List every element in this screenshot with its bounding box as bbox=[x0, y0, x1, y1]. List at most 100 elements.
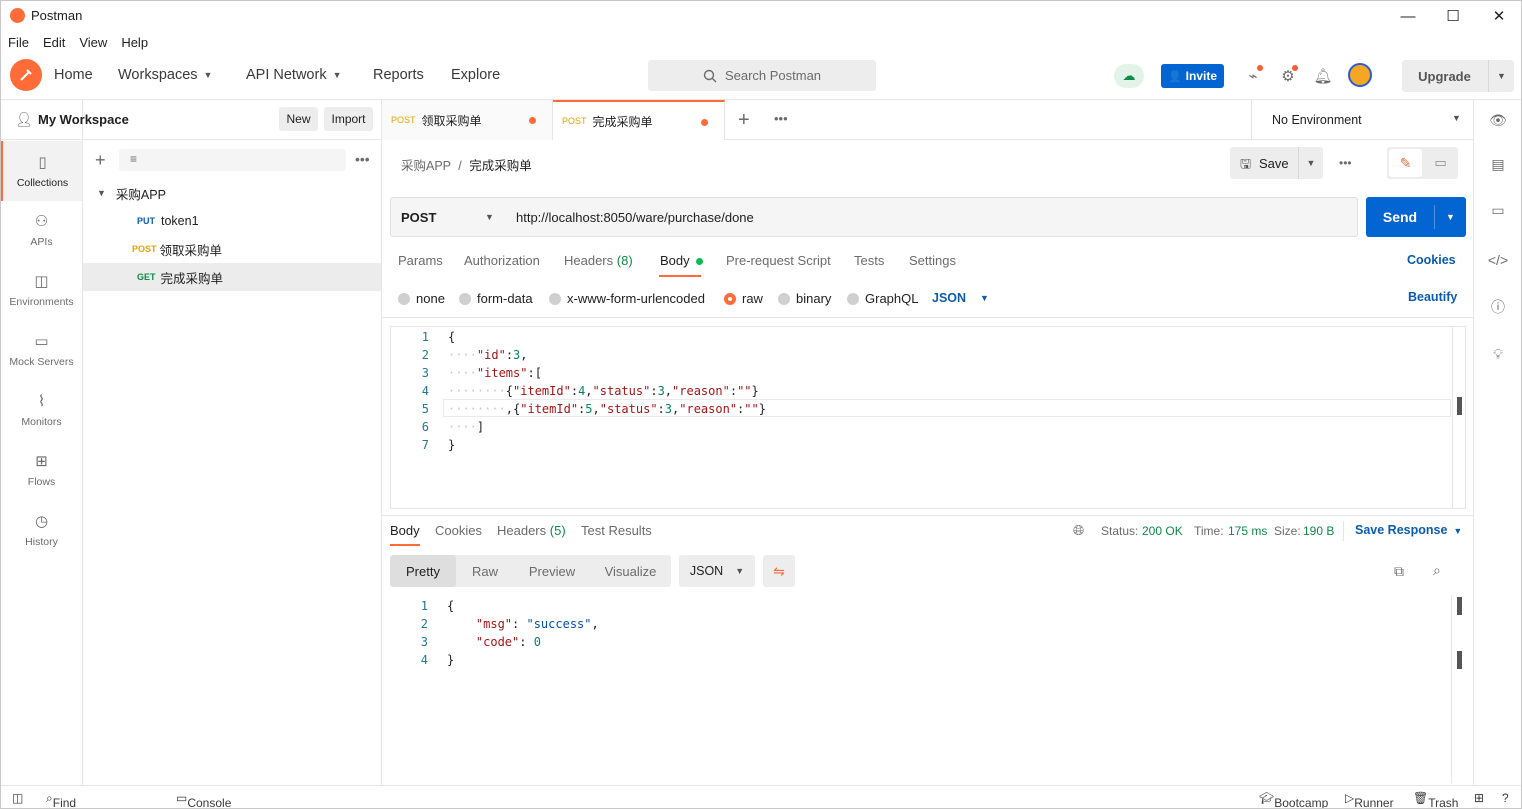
info-icon[interactable]: ⓘ bbox=[1488, 297, 1508, 317]
radio-graphql[interactable]: GraphQL bbox=[847, 291, 918, 306]
lightbulb-icon[interactable]: 💡︎ bbox=[1488, 344, 1508, 364]
status-value[interactable]: 200 OK bbox=[1142, 524, 1183, 538]
scrollbar-thumb[interactable] bbox=[1457, 597, 1462, 615]
view-raw[interactable]: Raw bbox=[456, 555, 514, 587]
settings-gear-icon[interactable]: ⚙ bbox=[1278, 65, 1298, 86]
collection-item[interactable]: ▼ 采购APP bbox=[83, 179, 381, 207]
filter-input[interactable]: ≡ bbox=[119, 149, 346, 171]
close-button[interactable]: ✕ bbox=[1476, 1, 1521, 31]
notifications-bell-icon[interactable]: 🔔︎ bbox=[1313, 66, 1333, 86]
chevron-down-icon[interactable]: ▼ bbox=[1298, 147, 1323, 179]
more-options-icon[interactable]: ••• bbox=[355, 151, 370, 167]
avatar[interactable] bbox=[1348, 63, 1372, 87]
help-icon[interactable]: ? bbox=[1502, 791, 1509, 805]
response-tab-headers[interactable]: Headers (5) bbox=[497, 523, 566, 538]
radio-raw[interactable]: raw bbox=[724, 291, 763, 306]
new-button[interactable]: New bbox=[279, 107, 318, 131]
find-replace-button[interactable]: ⌕ Find and Replace bbox=[46, 791, 76, 808]
satellite-icon[interactable]: ⌁ bbox=[1243, 65, 1263, 86]
rail-apis[interactable]: ⚇ APIs bbox=[1, 201, 82, 259]
cookies-link[interactable]: Cookies bbox=[1407, 253, 1456, 267]
url-input[interactable]: http://localhost:8050/ware/purchase/done bbox=[504, 197, 1358, 237]
radio-binary[interactable]: binary bbox=[778, 291, 831, 306]
invite-button[interactable]: 👤 Invite bbox=[1161, 64, 1224, 88]
copy-icon[interactable]: ⧉ bbox=[1394, 563, 1404, 580]
request-item-token1[interactable]: PUT token1 bbox=[83, 207, 381, 235]
nav-reports[interactable]: Reports bbox=[373, 67, 424, 83]
tab-complete-order[interactable]: POST 完成采购单 bbox=[553, 100, 725, 140]
request-body-editor[interactable]: 1 2 3 4 5 6 7 { ····"id":3, ····"items":… bbox=[390, 326, 1466, 509]
runner-button[interactable]: ▷ Runner bbox=[1345, 791, 1394, 808]
documentation-icon[interactable]: ▤ bbox=[1488, 154, 1508, 174]
request-item-complete-order[interactable]: GET 完成采购单 bbox=[83, 263, 381, 291]
response-tab-cookies[interactable]: Cookies bbox=[435, 523, 482, 538]
environment-select[interactable]: No Environment ▼ bbox=[1251, 100, 1473, 140]
console-button[interactable]: ▭ Console bbox=[176, 791, 231, 808]
body-format-select[interactable]: JSON ▼ bbox=[932, 291, 989, 305]
breadcrumb-current[interactable]: 完成采购单 bbox=[469, 159, 532, 173]
beautify-link[interactable]: Beautify bbox=[1408, 290, 1457, 304]
radio-none[interactable]: none bbox=[398, 291, 445, 306]
tab-tests[interactable]: Tests bbox=[854, 253, 884, 268]
chevron-down-icon[interactable]: ▼ bbox=[1488, 60, 1514, 92]
rail-collections[interactable]: ▯ Collections bbox=[1, 141, 82, 201]
tab-prerequest[interactable]: Pre-request Script bbox=[726, 253, 831, 268]
search-input[interactable]: Search Postman bbox=[648, 60, 876, 91]
time-value[interactable]: 175 ms bbox=[1228, 524, 1267, 538]
toggle-sidebar-icon[interactable]: ◫ bbox=[12, 791, 23, 805]
view-preview[interactable]: Preview bbox=[514, 555, 590, 587]
menu-view[interactable]: View bbox=[72, 32, 114, 54]
code-icon[interactable]: </> bbox=[1488, 250, 1508, 270]
tab-headers[interactable]: Headers (8) bbox=[564, 253, 633, 268]
new-tab-plus-icon[interactable]: + bbox=[738, 109, 750, 132]
globe-icon[interactable]: 🌐︎ bbox=[1073, 522, 1084, 539]
rail-mock-servers[interactable]: ▭ Mock Servers bbox=[1, 321, 82, 379]
tab-params[interactable]: Params bbox=[398, 253, 443, 268]
view-visualize[interactable]: Visualize bbox=[590, 555, 671, 587]
rail-flows[interactable]: ⊞ Flows bbox=[1, 441, 82, 499]
breadcrumb-parent[interactable]: 采购APP bbox=[401, 159, 451, 173]
nav-workspaces[interactable]: Workspaces ▼ bbox=[118, 67, 212, 83]
view-pretty[interactable]: Pretty bbox=[390, 555, 456, 587]
search-icon[interactable]: ⌕ bbox=[1433, 562, 1441, 579]
response-tab-body[interactable]: Body bbox=[390, 523, 420, 538]
method-select[interactable]: POST ▼ bbox=[390, 197, 505, 237]
nav-api-network[interactable]: API Network ▼ bbox=[246, 67, 342, 83]
postman-logo-icon[interactable] bbox=[10, 59, 42, 91]
import-button[interactable]: Import bbox=[324, 107, 373, 131]
save-button[interactable]: 🖫 Save ▼ bbox=[1230, 147, 1323, 179]
size-value[interactable]: 190 B bbox=[1303, 524, 1334, 538]
sync-status-icon[interactable]: ☁ bbox=[1114, 64, 1144, 88]
nav-explore[interactable]: Explore bbox=[451, 67, 500, 83]
tab-authorization[interactable]: Authorization bbox=[464, 253, 540, 268]
two-pane-icon[interactable]: ⊞ bbox=[1474, 791, 1484, 805]
tab-options-icon[interactable]: ••• bbox=[774, 111, 788, 126]
response-body-viewer[interactable]: 1 2 3 4 { "msg": "success", "code": 0 } bbox=[390, 595, 1466, 783]
menu-help[interactable]: Help bbox=[114, 32, 155, 54]
menu-edit[interactable]: Edit bbox=[36, 32, 72, 54]
comments-icon[interactable]: ▭ bbox=[1488, 200, 1508, 220]
tab-body[interactable]: Body bbox=[660, 253, 704, 268]
radio-form-data[interactable]: form-data bbox=[459, 291, 533, 306]
rail-history[interactable]: ◷ History bbox=[1, 501, 82, 559]
tab-receive-order[interactable]: POST 领取采购单 bbox=[382, 100, 553, 140]
response-tab-test-results[interactable]: Test Results bbox=[581, 523, 652, 538]
eye-icon[interactable]: 👁︎ bbox=[1488, 110, 1508, 130]
rail-monitors[interactable]: ⌇ Monitors bbox=[1, 381, 82, 439]
request-item-receive-order[interactable]: POST 领取采购单 bbox=[83, 235, 381, 263]
bootcamp-button[interactable]: 🎓︎ Bootcamp bbox=[1259, 791, 1328, 808]
add-collection-icon[interactable]: + bbox=[95, 150, 106, 171]
wrap-lines-icon[interactable]: ⇋ bbox=[763, 555, 795, 587]
scrollbar-thumb[interactable] bbox=[1457, 397, 1462, 415]
upgrade-button[interactable]: Upgrade ▼ bbox=[1402, 60, 1514, 92]
menu-file[interactable]: File bbox=[1, 32, 36, 54]
trash-button[interactable]: 🗑︎ Trash bbox=[1413, 791, 1458, 808]
nav-home[interactable]: Home bbox=[54, 67, 93, 83]
save-response-button[interactable]: Save Response ▼ bbox=[1355, 523, 1462, 537]
scrollbar-thumb[interactable] bbox=[1457, 651, 1462, 669]
minimize-button[interactable]: — bbox=[1385, 1, 1431, 31]
rail-environments[interactable]: ◫ Environments bbox=[1, 261, 82, 319]
comment-icon[interactable]: ▭ bbox=[1425, 149, 1456, 177]
chevron-down-icon[interactable]: ▼ bbox=[1434, 205, 1466, 229]
tab-settings[interactable]: Settings bbox=[909, 253, 956, 268]
